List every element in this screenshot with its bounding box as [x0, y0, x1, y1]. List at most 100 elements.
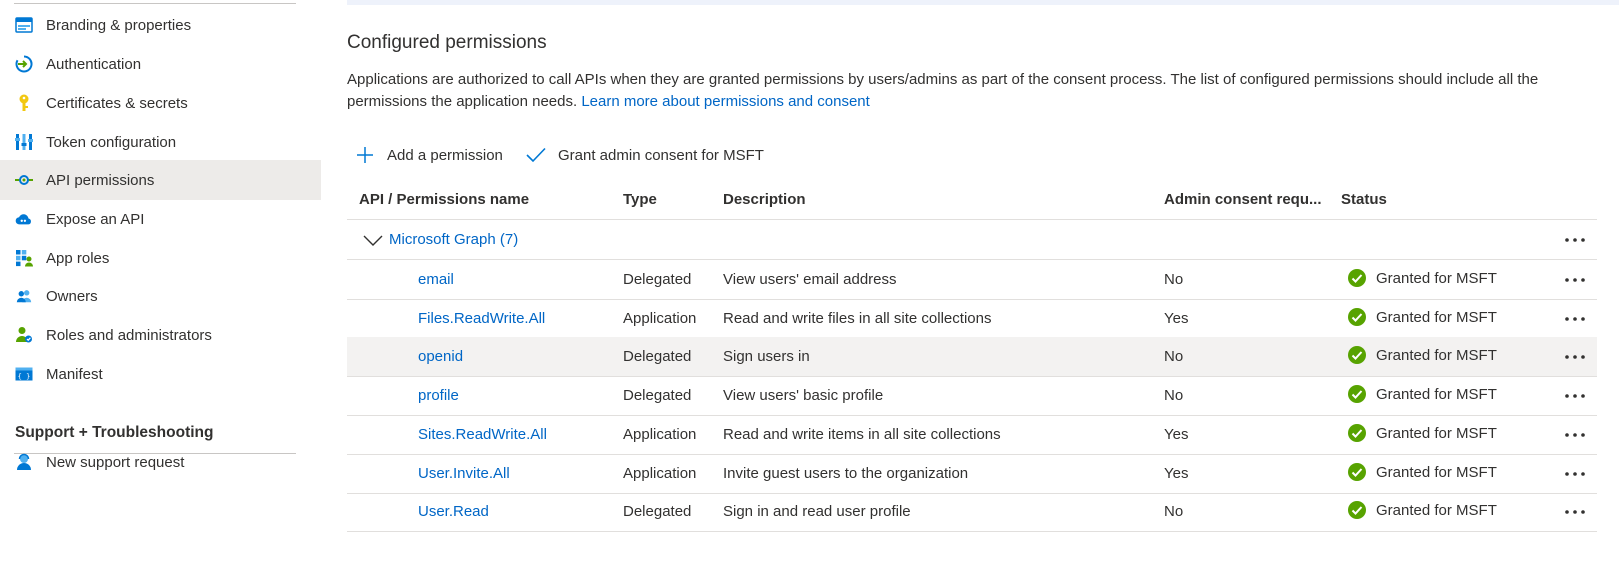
- column-header-type[interactable]: Type: [623, 191, 657, 208]
- sidebar-item-branding[interactable]: Branding & properties: [0, 5, 321, 45]
- permission-type: Delegated: [623, 503, 692, 520]
- admin-consent-value: Yes: [1164, 310, 1189, 327]
- sidebar-item-new-support-request[interactable]: New support request: [0, 442, 321, 482]
- sidebar: Branding & properties Authentication Cer…: [0, 0, 321, 563]
- sidebar-item-label: API permissions: [46, 171, 155, 189]
- sidebar-item-expose-api[interactable]: Expose an API: [0, 199, 321, 239]
- permission-name-link[interactable]: profile: [418, 387, 459, 404]
- table-row: email Delegated View users' email addres…: [347, 260, 1597, 300]
- permission-description: Read and write files in all site collect…: [723, 310, 992, 327]
- success-check-icon: [1348, 308, 1366, 326]
- status-text: Granted for MSFT: [1376, 501, 1497, 519]
- sidebar-item-owners[interactable]: Owners: [0, 276, 321, 316]
- status-cell: Granted for MSFT: [1348, 346, 1497, 364]
- permission-type: Delegated: [623, 271, 692, 288]
- more-options-icon[interactable]: [1561, 386, 1589, 406]
- add-permission-button[interactable]: Add a permission: [355, 141, 503, 169]
- success-check-icon: [1348, 346, 1366, 364]
- table-row: User.Read Delegated Sign in and read use…: [347, 492, 1597, 532]
- page-title: Configured permissions: [347, 32, 547, 53]
- column-header-description[interactable]: Description: [723, 191, 806, 208]
- checkmark-icon: [526, 145, 546, 165]
- learn-more-link[interactable]: Learn more about permissions and consent: [581, 93, 870, 110]
- description-text: Applications are authorized to call APIs…: [347, 71, 1539, 110]
- table-row: User.Invite.All Application Invite guest…: [347, 454, 1597, 494]
- more-options-icon[interactable]: [1561, 230, 1589, 250]
- sidebar-item-label: Branding & properties: [46, 16, 192, 34]
- status-cell: Granted for MSFT: [1348, 385, 1497, 403]
- sidebar-item-app-roles[interactable]: App roles: [0, 238, 321, 278]
- plus-icon: [355, 145, 375, 165]
- group-link-microsoft-graph[interactable]: Microsoft Graph (7): [389, 231, 518, 248]
- sidebar-item-label: App roles: [46, 249, 110, 267]
- sidebar-item-roles-admins[interactable]: Roles and administrators: [0, 315, 321, 355]
- grant-admin-consent-button[interactable]: Grant admin consent for MSFT: [526, 141, 764, 169]
- chevron-down-icon[interactable]: [363, 234, 383, 248]
- more-options-icon[interactable]: [1561, 502, 1589, 522]
- branding-icon: [15, 16, 33, 34]
- success-check-icon: [1348, 269, 1366, 287]
- sidebar-item-label: Certificates & secrets: [46, 94, 188, 112]
- divider: [14, 3, 296, 4]
- sidebar-item-certificates[interactable]: Certificates & secrets: [0, 83, 321, 123]
- sidebar-item-api-permissions[interactable]: API permissions: [0, 160, 321, 200]
- status-cell: Granted for MSFT: [1348, 463, 1497, 481]
- more-options-icon[interactable]: [1561, 425, 1589, 445]
- status-text: Granted for MSFT: [1376, 269, 1497, 287]
- column-header-status[interactable]: Status: [1341, 191, 1387, 208]
- app-roles-icon: [15, 249, 33, 267]
- permission-name-link[interactable]: User.Read: [418, 503, 489, 520]
- permission-description: View users' basic profile: [723, 387, 884, 404]
- more-options-icon[interactable]: [1561, 464, 1589, 484]
- svg-text:{ }: { }: [18, 373, 31, 381]
- permission-name-link[interactable]: openid: [418, 348, 463, 365]
- sidebar-item-authentication[interactable]: Authentication: [0, 44, 321, 84]
- admin-consent-value: Yes: [1164, 465, 1189, 482]
- permission-name-link[interactable]: User.Invite.All: [418, 465, 510, 482]
- group-row: Microsoft Graph (7): [347, 220, 1597, 260]
- status-text: Granted for MSFT: [1376, 346, 1497, 364]
- api-permissions-icon: [15, 171, 33, 189]
- permission-description: Sign users in: [723, 348, 810, 365]
- section-heading-support: Support + Troubleshooting: [15, 424, 214, 441]
- description: Applications are authorized to call APIs…: [347, 69, 1597, 113]
- owners-icon: [15, 287, 33, 305]
- sidebar-item-token-configuration[interactable]: Token configuration: [0, 122, 321, 162]
- permission-name-link[interactable]: Files.ReadWrite.All: [418, 310, 545, 327]
- sidebar-item-label: Token configuration: [46, 133, 177, 151]
- success-check-icon: [1348, 501, 1366, 519]
- more-options-icon[interactable]: [1561, 309, 1589, 329]
- permission-description: View users' email address: [723, 271, 897, 288]
- permission-type: Application: [623, 310, 697, 327]
- authentication-icon: [15, 55, 33, 73]
- more-options-icon[interactable]: [1561, 270, 1589, 290]
- table-row: Sites.ReadWrite.All Application Read and…: [347, 415, 1597, 455]
- table-header: API / Permissions name Type Description …: [347, 180, 1597, 220]
- sidebar-item-label: Authentication: [46, 55, 142, 73]
- status-text: Granted for MSFT: [1376, 424, 1497, 442]
- grant-admin-consent-label: Grant admin consent for MSFT: [558, 146, 764, 164]
- permission-description: Read and write items in all site collect…: [723, 426, 1001, 443]
- sidebar-item-label: Manifest: [46, 365, 103, 383]
- status-cell: Granted for MSFT: [1348, 424, 1497, 442]
- permission-type: Delegated: [623, 348, 692, 365]
- permission-name-link[interactable]: email: [418, 271, 454, 288]
- column-header-admin-consent[interactable]: Admin consent requ...: [1164, 191, 1322, 208]
- admin-consent-value: No: [1164, 503, 1184, 520]
- sidebar-item-manifest[interactable]: { } Manifest: [0, 354, 321, 394]
- more-options-icon[interactable]: [1561, 347, 1589, 367]
- sidebar-item-label: Owners: [46, 287, 98, 305]
- permission-name-link[interactable]: Sites.ReadWrite.All: [418, 426, 547, 443]
- column-header-name[interactable]: API / Permissions name: [359, 191, 529, 208]
- admin-consent-value: No: [1164, 387, 1184, 404]
- sidebar-item-label: New support request: [46, 453, 185, 471]
- sidebar-item-label: Roles and administrators: [46, 326, 212, 344]
- success-check-icon: [1348, 424, 1366, 442]
- permission-type: Application: [623, 465, 697, 482]
- table-row: openid Delegated Sign users in No Grante…: [347, 337, 1597, 377]
- status-text: Granted for MSFT: [1376, 385, 1497, 403]
- permission-type: Delegated: [623, 387, 692, 404]
- admin-consent-value: No: [1164, 271, 1184, 288]
- table-row: profile Delegated View users' basic prof…: [347, 376, 1597, 416]
- status-cell: Granted for MSFT: [1348, 501, 1497, 519]
